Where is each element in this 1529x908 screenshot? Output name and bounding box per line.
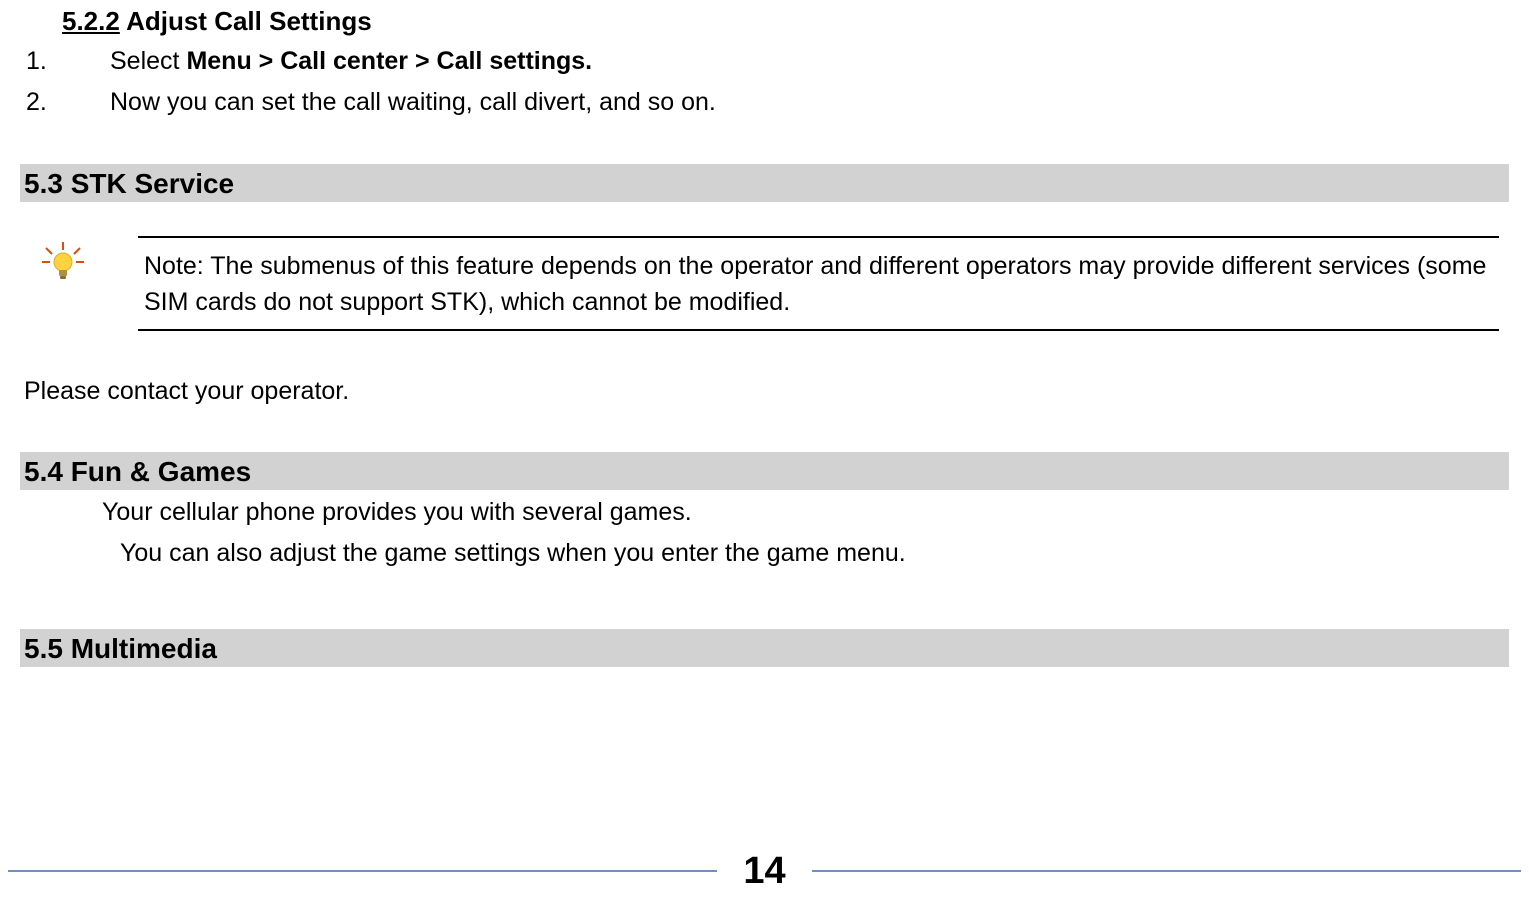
list-item-number: 2. — [20, 86, 110, 119]
body-text: You can also adjust the game settings wh… — [20, 535, 1509, 573]
note-block: Note: The submenus of this feature depen… — [20, 236, 1509, 331]
document-page: 5.2.2 Adjust Call Settings 1. Select Men… — [0, 6, 1529, 908]
list-item: 1. Select Menu > Call center > Call sett… — [20, 45, 1509, 78]
heading-5-5: 5.5 Multimedia — [20, 629, 1509, 667]
heading-5-2-2-title: Adjust Call Settings — [120, 6, 372, 36]
page-number: 14 — [725, 850, 803, 893]
heading-5-2-2-number: 5.2.2 — [62, 6, 120, 36]
list-item: 2. Now you can set the call waiting, cal… — [20, 86, 1509, 119]
list-item-text: Select Menu > Call center > Call setting… — [110, 45, 1509, 78]
note-text: Note: The submenus of this feature depen… — [138, 236, 1499, 331]
heading-5-3: 5.3 STK Service — [20, 164, 1509, 202]
heading-5-2-2: 5.2.2 Adjust Call Settings — [20, 6, 1509, 37]
list-item-text: Now you can set the call waiting, call d… — [110, 86, 1509, 119]
footer-rule-right — [812, 870, 1521, 872]
heading-5-4: 5.4 Fun & Games — [20, 452, 1509, 490]
list-item-prefix: Select — [110, 47, 186, 75]
footer-rule-left — [8, 870, 717, 872]
list-item-bold: Menu > Call center > Call settings. — [186, 47, 592, 75]
body-text: Your cellular phone provides you with se… — [20, 494, 1509, 532]
lightbulb-tip-icon — [28, 236, 138, 291]
body-text: Please contact your operator. — [20, 377, 1509, 406]
list-item-number: 1. — [20, 45, 110, 78]
page-footer: 14 — [0, 848, 1529, 894]
